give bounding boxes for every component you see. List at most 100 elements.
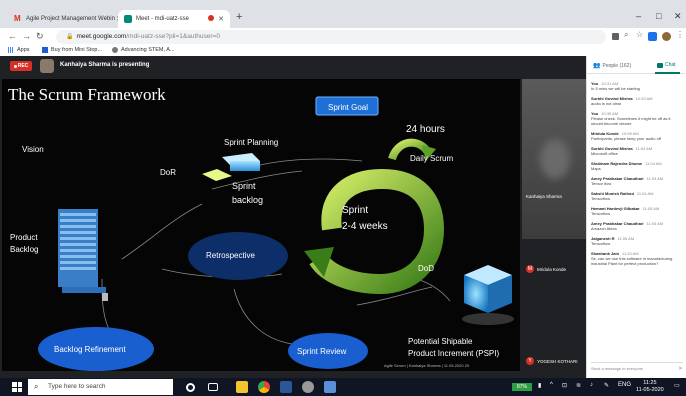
menu-kebab-icon[interactable]: ⋮ bbox=[676, 30, 685, 39]
label-24-hours: 24 hours bbox=[406, 124, 445, 135]
message-text: Maps bbox=[591, 166, 601, 171]
file-explorer-icon[interactable] bbox=[236, 381, 248, 393]
battery-indicator[interactable]: 87% bbox=[512, 383, 532, 391]
search-icon[interactable]: ⌕ bbox=[624, 30, 633, 39]
address-bar-row: ← → ↻ 🔒 meet.google.com/mdi-uatz-sse?pli=… bbox=[0, 28, 686, 46]
back-arrow-icon[interactable]: ← bbox=[8, 31, 17, 41]
minimize-button[interactable]: – bbox=[636, 11, 641, 21]
extension-icon[interactable] bbox=[648, 32, 657, 41]
chat-message: Jaiganesh R 11:05 AM Tensorflow bbox=[591, 236, 683, 246]
clock-date: 11-05-2020 bbox=[636, 387, 664, 393]
taskbar-search[interactable]: ⌕ Type here to search bbox=[28, 379, 173, 395]
camera-feed bbox=[540, 139, 570, 179]
label-sprint-1: Sprint bbox=[342, 205, 368, 216]
tab-meet[interactable]: Meet - mdi-uatz-sse ✕ bbox=[118, 10, 230, 28]
bookmark-label: Advancing STEM, A... bbox=[121, 47, 175, 53]
profile-avatar[interactable] bbox=[662, 32, 671, 41]
meet-top-bar: REC Kanhaiya Sharma is presenting bbox=[0, 56, 586, 78]
pspi-cube bbox=[462, 265, 514, 325]
scrum-diagram: Sprint Goal 24 hours Daily Scrum Sprint … bbox=[10, 96, 514, 371]
star-icon[interactable]: ☆ bbox=[636, 30, 645, 39]
label-daily-scrum: Daily Scrum bbox=[410, 154, 453, 163]
message-text: Amazon Alexa bbox=[591, 226, 617, 231]
language-indicator[interactable]: ENG bbox=[618, 382, 631, 388]
meet-stage: REC Kanhaiya Sharma is presenting The Sc… bbox=[0, 56, 586, 378]
send-icon[interactable]: ➤ bbox=[678, 365, 683, 372]
avatar: Y bbox=[526, 357, 534, 365]
camera-icon[interactable] bbox=[612, 33, 619, 40]
message-time: 11:05 AM bbox=[642, 206, 660, 211]
cortana-icon[interactable] bbox=[186, 383, 195, 392]
presenting-label: Kanhaiya Sharma is presenting bbox=[60, 62, 150, 68]
participant-strip: Kanhaiya Sharma M Mridula Konde Y YOGESH… bbox=[522, 79, 586, 371]
chevron-up-icon[interactable]: ^ bbox=[550, 382, 553, 388]
tab-agile-webinar[interactable]: M Agile Project Management Webin ✕ bbox=[8, 10, 128, 28]
message-text: Participants, please keep your audio off bbox=[591, 136, 661, 141]
taskbar-app-icon[interactable] bbox=[324, 381, 336, 393]
chat-messages: You 10:31 AM In 5 mins we will be starting… bbox=[587, 76, 686, 356]
bookmark-stem[interactable]: Advancing STEM, A... bbox=[112, 47, 175, 53]
message-text: Tensor flow bbox=[591, 181, 612, 186]
network-icon[interactable]: ⊡ bbox=[562, 382, 567, 389]
recording-badge: REC bbox=[10, 61, 32, 71]
label-sprint-review: Sprint Review bbox=[297, 347, 347, 356]
slide-footer: Agile Scrum | Kanhaiya Sharma | 11.05.20… bbox=[384, 363, 470, 368]
message-time: 11:04 AM bbox=[636, 191, 654, 196]
chat-input[interactable]: Send a message to everyone ➤ bbox=[591, 362, 683, 372]
bookmarks-bar: Apps Buy from Mini Stop... Advancing STE… bbox=[0, 46, 686, 56]
new-tab-button[interactable]: + bbox=[236, 11, 242, 23]
participant-tile-mridula[interactable]: M Mridula Konde bbox=[526, 265, 566, 273]
message-text: Tensorflow bbox=[591, 241, 611, 246]
pen-icon[interactable]: ✎ bbox=[604, 382, 609, 389]
chat-message: Surbhi Govind Mishra 10:33 AM audio is not… bbox=[591, 96, 683, 106]
chat-panel: 👥 People (162) Chat You 10:31 AM In 5 mins… bbox=[586, 56, 686, 378]
battery-percent: 87% bbox=[516, 384, 527, 390]
presentation-slide: The Scrum Framework Sprint Goal 24 hours… bbox=[2, 79, 520, 371]
label-pspi-2: Product Increment (PSPI) bbox=[408, 349, 499, 358]
word-icon[interactable] bbox=[280, 381, 292, 393]
chat-message: Shashank Jain 11:20 AM Sir, can we use thi… bbox=[591, 251, 683, 266]
close-tab-icon[interactable]: ✕ bbox=[218, 15, 224, 23]
chat-message: Mridula Konde 10:59 AM Participants, pleas… bbox=[591, 131, 683, 141]
participant-tile-camera[interactable]: Kanhaiya Sharma bbox=[522, 79, 586, 239]
tab-label: Agile Project Management Webin bbox=[26, 16, 115, 22]
presenter-avatar bbox=[40, 59, 54, 73]
label-vision: Vision bbox=[22, 145, 44, 154]
close-window-button[interactable]: ✕ bbox=[674, 11, 682, 22]
chrome-icon[interactable] bbox=[258, 381, 270, 393]
participant-tile-yogesh[interactable]: Y YOGESH KOTHARI bbox=[526, 357, 578, 365]
url-field[interactable]: 🔒 meet.google.com/mdi-uatz-sse?pli=1&auth… bbox=[56, 30, 606, 44]
search-icon: ⌕ bbox=[34, 382, 39, 391]
search-placeholder: Type here to search bbox=[48, 383, 106, 390]
taskbar-app-icon[interactable] bbox=[302, 381, 314, 393]
reload-icon[interactable]: ↻ bbox=[36, 31, 44, 42]
message-time: 11:05 AM bbox=[617, 236, 635, 241]
chat-message: Amey Prabhakar Chaudhari 11:04 AM Tensor f… bbox=[591, 176, 683, 186]
battery-icon[interactable]: ▮ bbox=[538, 382, 541, 389]
label-dor: DoR bbox=[160, 168, 176, 177]
label-sprint-backlog-1: Sprint bbox=[232, 181, 256, 191]
bookmark-label: Buy from Mini Stop... bbox=[51, 47, 103, 53]
label-product-backlog-1: Product bbox=[10, 233, 38, 242]
tab-people[interactable]: 👥 People (162) bbox=[593, 62, 632, 70]
task-view-icon[interactable] bbox=[208, 383, 218, 391]
forward-arrow-icon[interactable]: → bbox=[22, 31, 31, 41]
label-sprint-goal: Sprint Goal bbox=[328, 103, 368, 112]
wifi-icon[interactable]: ≋ bbox=[576, 382, 581, 389]
participant-name-text: Mridula Konde bbox=[537, 266, 567, 272]
windows-start-icon[interactable] bbox=[12, 382, 22, 392]
message-time: 11:04 AM bbox=[646, 176, 664, 181]
maximize-button[interactable]: □ bbox=[656, 11, 661, 21]
bookmark-mini-stop[interactable]: Buy from Mini Stop... bbox=[42, 47, 102, 53]
bookmark-apps[interactable]: Apps bbox=[8, 47, 30, 53]
tab-chat[interactable]: Chat bbox=[655, 62, 680, 74]
volume-icon[interactable]: ♪ bbox=[590, 382, 593, 388]
label-sprint-planning: Sprint Planning bbox=[224, 138, 278, 147]
bookmark-favicon bbox=[112, 47, 118, 53]
label-sprint-2: 2-4 weeks bbox=[342, 221, 388, 232]
system-clock[interactable]: 11:25 11-05-2020 bbox=[636, 380, 664, 394]
notification-icon[interactable]: ▭ bbox=[674, 382, 680, 389]
avatar: M bbox=[526, 265, 534, 273]
tab-people-label: People (162) bbox=[602, 62, 632, 69]
windows-taskbar: ⌕ Type here to search 87% ▮ ^ ⊡ ≋ ♪ ✎ EN… bbox=[0, 378, 686, 396]
